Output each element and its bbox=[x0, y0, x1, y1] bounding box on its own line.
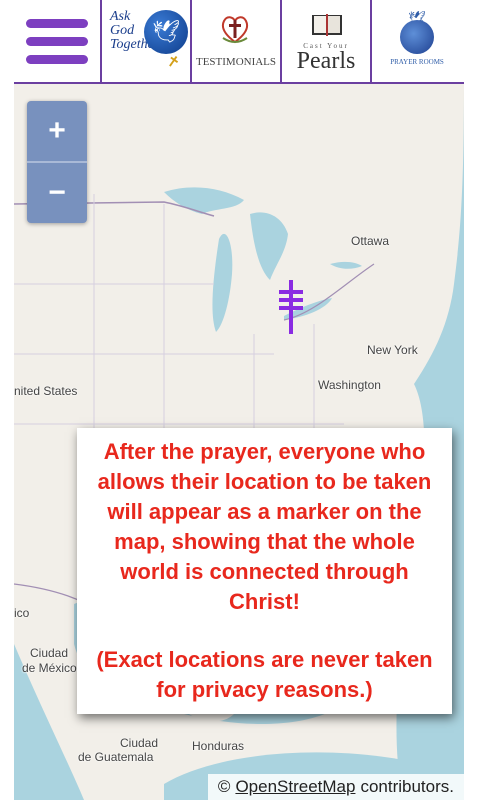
prayer-rooms-label: PRAYER ROOMS bbox=[390, 58, 444, 66]
map-label-washington: Washington bbox=[318, 378, 381, 392]
ask-god-together-link[interactable]: Ask God Together 🕊 ✝ bbox=[102, 0, 192, 82]
menu-bar-2 bbox=[26, 36, 88, 46]
openstreetmap-link[interactable]: OpenStreetMap bbox=[235, 777, 355, 797]
testimonials-label: TESTIMONIALS bbox=[195, 56, 277, 68]
cast-your-pearls-link[interactable]: Cast Your Pearls bbox=[282, 0, 372, 82]
dove-globe-icon: 🕊 bbox=[144, 10, 188, 54]
map-label-mexico: ico bbox=[14, 606, 30, 620]
map-label-ciudad-mexico-2: de México bbox=[22, 661, 77, 675]
map-label-ciudad-mexico-1: Ciudad bbox=[30, 646, 69, 660]
map-label-ottawa: Ottawa bbox=[351, 234, 390, 248]
zoom-out-button[interactable]: − bbox=[27, 163, 87, 223]
attribution-suffix: contributors. bbox=[360, 777, 454, 796]
overlay-message: After the prayer, everyone who allows th… bbox=[97, 439, 432, 614]
top-nav-bar: Ask God Together 🕊 ✝ TESTIMONIALS Cast Y… bbox=[14, 0, 464, 84]
hamburger-menu-button[interactable] bbox=[14, 0, 102, 82]
map-label-ciudad-guatemala-2: de Guatemala bbox=[78, 750, 154, 764]
globe-icon bbox=[400, 20, 434, 54]
prayer-rooms-link[interactable]: 🕊 PRAYER ROOMS bbox=[372, 0, 462, 82]
map-label-united-states: nited States bbox=[14, 384, 78, 398]
world-map[interactable]: Ottawa New York Washington nited States … bbox=[14, 84, 464, 800]
menu-bar-3 bbox=[26, 54, 88, 64]
attribution-copyright: © bbox=[217, 777, 231, 796]
overlay-privacy-note: (Exact locations are never taken for pri… bbox=[96, 647, 433, 702]
map-label-ciudad-guatemala-1: Ciudad bbox=[120, 736, 159, 750]
info-overlay: After the prayer, everyone who allows th… bbox=[77, 428, 452, 714]
book-icon bbox=[312, 14, 342, 36]
map-label-honduras: Honduras bbox=[192, 739, 245, 753]
heart-cross-icon bbox=[221, 16, 249, 44]
prayer-marker-icon[interactable] bbox=[276, 280, 306, 334]
menu-bar-1 bbox=[26, 18, 88, 28]
map-attribution: © OpenStreetMap contributors. bbox=[207, 774, 464, 800]
zoom-control: + − bbox=[27, 101, 87, 223]
pearls-title: Pearls bbox=[296, 48, 356, 74]
zoom-in-button[interactable]: + bbox=[27, 101, 87, 161]
map-label-new-york: New York bbox=[367, 343, 418, 357]
testimonials-link[interactable]: TESTIMONIALS bbox=[192, 0, 282, 82]
